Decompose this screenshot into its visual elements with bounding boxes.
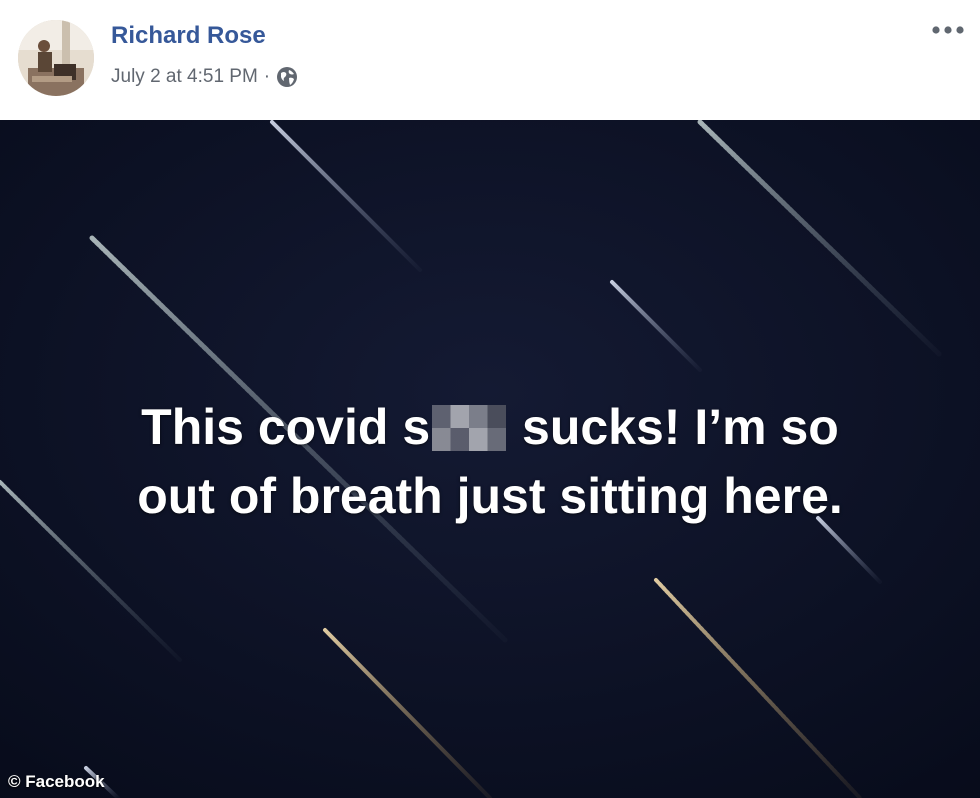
image-credit: © Facebook bbox=[8, 772, 105, 791]
post-text: This covid s sucks! I’m so out of breath… bbox=[0, 393, 980, 531]
avatar-photo bbox=[18, 20, 94, 96]
author-name-link[interactable]: Richard Rose bbox=[111, 22, 266, 50]
post-header: Richard Rose July 2 at 4:51 PM · bbox=[0, 0, 980, 120]
post-timestamp[interactable]: July 2 at 4:51 PM bbox=[111, 66, 258, 88]
post-image[interactable]: This covid s sucks! I’m so out of breath… bbox=[0, 120, 980, 798]
post-text-line-1-start: This covid s bbox=[141, 399, 431, 455]
meta-separator: · bbox=[263, 66, 271, 87]
post-text-line-1-end: sucks! I’m so bbox=[508, 399, 839, 455]
post-text-line-2: out of breath just sitting here. bbox=[137, 468, 843, 524]
post-meta: July 2 at 4:51 PM · bbox=[111, 64, 298, 90]
avatar[interactable] bbox=[18, 20, 94, 96]
post-text-line-1: This covid s sucks! I’m so bbox=[0, 393, 980, 462]
more-options-icon[interactable] bbox=[928, 14, 968, 46]
facebook-post: Richard Rose July 2 at 4:51 PM · This co… bbox=[0, 0, 980, 798]
censored-word-pixelation bbox=[432, 405, 507, 451]
globe-icon[interactable] bbox=[276, 66, 298, 88]
